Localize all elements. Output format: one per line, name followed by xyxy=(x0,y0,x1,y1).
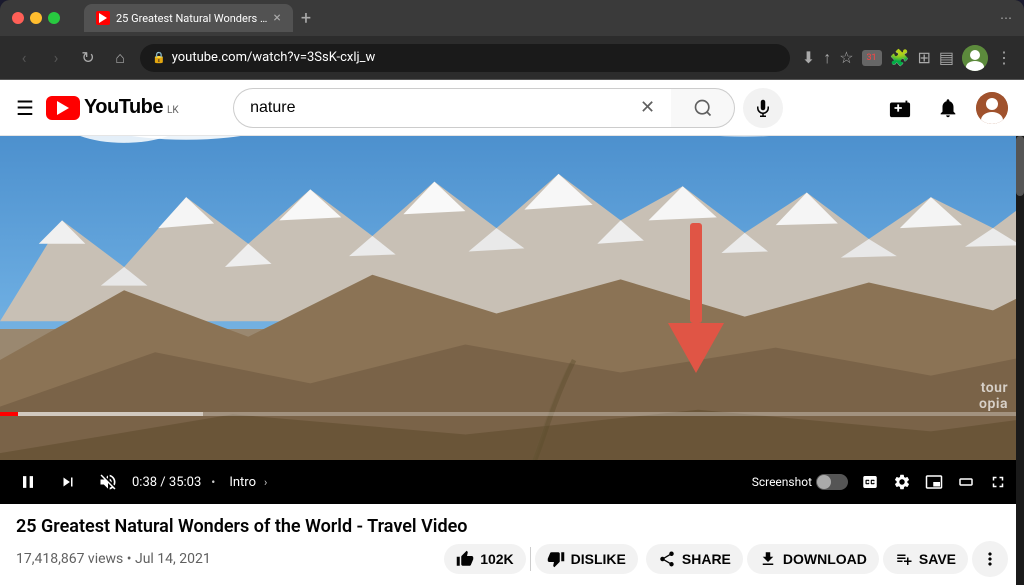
youtube-favicon-icon xyxy=(99,13,107,23)
right-controls xyxy=(856,468,1012,496)
header-actions xyxy=(880,88,1008,128)
miniplayer-button[interactable] xyxy=(920,468,948,496)
progress-played xyxy=(0,412,18,416)
video-watermark: tour opia xyxy=(979,381,1008,412)
back-button[interactable]: ‹ xyxy=(12,48,36,67)
home-button[interactable]: ⌂ xyxy=(108,48,132,68)
progress-buffered xyxy=(18,412,202,416)
extensions-icon[interactable]: 🧩 xyxy=(890,48,910,67)
url-display: youtube.com/watch?v=3SsK-cxlj_w xyxy=(172,50,376,65)
screenshot-control: Screenshot xyxy=(752,474,848,490)
search-form: ✕ xyxy=(233,88,783,128)
save-button[interactable]: SAVE xyxy=(883,544,968,574)
sidebar-icon[interactable]: ▤ xyxy=(939,48,954,67)
time-separator: • xyxy=(209,475,217,489)
address-input[interactable]: 🔒 youtube.com/watch?v=3SsK-cxlj_w xyxy=(140,44,790,72)
close-tab-button[interactable]: × xyxy=(273,10,280,26)
forward-button[interactable]: › xyxy=(44,48,68,67)
window-controls-right: ⋯ xyxy=(1000,11,1012,25)
reload-button[interactable]: ↻ xyxy=(76,48,100,67)
settings-button[interactable] xyxy=(888,468,916,496)
chapter-arrow-icon[interactable]: › xyxy=(264,476,267,489)
youtube-logo[interactable]: YouTube LK xyxy=(46,96,179,120)
traffic-lights xyxy=(12,12,60,24)
minimize-window-button[interactable] xyxy=(30,12,42,24)
browser-window: 25 Greatest Natural Wonders … × + ⋯ ‹ › … xyxy=(0,0,1024,585)
screenshot-label: Screenshot xyxy=(752,475,812,489)
search-clear-icon[interactable]: ✕ xyxy=(640,97,655,118)
play-pause-button[interactable] xyxy=(12,466,44,498)
like-button[interactable]: 102K xyxy=(444,544,525,574)
youtube-logo-text: YouTube xyxy=(84,96,163,119)
screenshot-toggle[interactable] xyxy=(816,474,848,490)
browser-tab-active[interactable]: 25 Greatest Natural Wonders … × xyxy=(84,4,293,32)
user-avatar[interactable] xyxy=(976,92,1008,124)
browser-actions: ⬇ ↑ ☆ 31 🧩 ⊞ ▤ ⋮ xyxy=(802,45,1012,71)
video-progress-bar[interactable] xyxy=(0,412,1024,416)
maximize-window-button[interactable] xyxy=(48,12,60,24)
video-actions: 102K DISLIKE xyxy=(444,541,1008,577)
browser-profile[interactable] xyxy=(962,45,988,71)
like-dislike-separator xyxy=(530,547,531,571)
theater-mode-button[interactable] xyxy=(952,468,980,496)
video-meta-row: 17,418,867 views • Jul 14, 2021 102K xyxy=(16,541,1008,577)
next-button[interactable] xyxy=(52,466,84,498)
tab-title: 25 Greatest Natural Wonders … xyxy=(116,12,267,25)
tab-favicon xyxy=(96,11,110,25)
address-bar: ‹ › ↻ ⌂ 🔒 youtube.com/watch?v=3SsK-cxlj_… xyxy=(0,36,1024,80)
video-controls-bar: 0:38 / 35:03 • Intro › Screenshot xyxy=(0,460,1024,504)
search-input[interactable] xyxy=(250,99,632,117)
download-icon[interactable]: ⬇ xyxy=(802,48,815,67)
video-info-bar: 25 Greatest Natural Wonders of the World… xyxy=(0,504,1024,585)
video-time: 0:38 / 35:03 xyxy=(132,475,201,490)
share-icon[interactable]: ↑ xyxy=(823,48,831,68)
create-button[interactable] xyxy=(880,88,920,128)
browser-menu-icon[interactable]: ⋮ xyxy=(996,48,1012,67)
youtube-logo-icon xyxy=(46,96,80,120)
watermark-line1: tour xyxy=(979,381,1008,396)
youtube-header: ☰ YouTube LK ✕ xyxy=(0,80,1024,136)
mute-button[interactable] xyxy=(92,466,124,498)
tab-grid-icon[interactable]: ⊞ xyxy=(917,48,930,67)
dislike-button[interactable]: DISLIKE xyxy=(535,544,638,574)
captions-button[interactable] xyxy=(856,468,884,496)
scrollbar-thumb xyxy=(1016,136,1024,196)
video-frame: tour opia xyxy=(0,136,1024,460)
search-button[interactable] xyxy=(671,88,735,128)
video-views: 17,418,867 views • Jul 14, 2021 xyxy=(16,551,211,567)
notifications-button[interactable] xyxy=(928,88,968,128)
download-button[interactable]: DOWNLOAD xyxy=(747,544,879,574)
close-window-button[interactable] xyxy=(12,12,24,24)
chapter-label: Intro xyxy=(229,475,256,490)
watermark-line2: opia xyxy=(979,397,1008,412)
lock-icon: 🔒 xyxy=(152,51,166,64)
video-title: 25 Greatest Natural Wonders of the World… xyxy=(16,516,1008,537)
hamburger-menu-icon[interactable]: ☰ xyxy=(16,96,34,120)
video-player[interactable]: tour opia xyxy=(0,136,1024,504)
video-content-area: tour opia xyxy=(0,136,1024,585)
youtube-play-icon xyxy=(57,101,69,115)
search-input-wrap: ✕ xyxy=(233,88,671,128)
title-bar: 25 Greatest Natural Wonders … × + ⋯ xyxy=(0,0,1024,36)
share-button[interactable]: SHARE xyxy=(646,544,743,574)
extension-badge: 31 xyxy=(862,50,882,66)
page-scrollbar[interactable] xyxy=(1016,136,1024,585)
screenshot-toggle-dot xyxy=(817,475,831,489)
new-tab-button[interactable]: + xyxy=(297,8,315,29)
bookmark-icon[interactable]: ☆ xyxy=(839,48,853,67)
youtube-country-code: LK xyxy=(167,105,179,116)
more-actions-button[interactable] xyxy=(972,541,1008,577)
fullscreen-button[interactable] xyxy=(984,468,1012,496)
youtube-page: ☰ YouTube LK ✕ xyxy=(0,80,1024,585)
tabs-bar: 25 Greatest Natural Wonders … × + xyxy=(84,4,992,32)
voice-search-button[interactable] xyxy=(743,88,783,128)
